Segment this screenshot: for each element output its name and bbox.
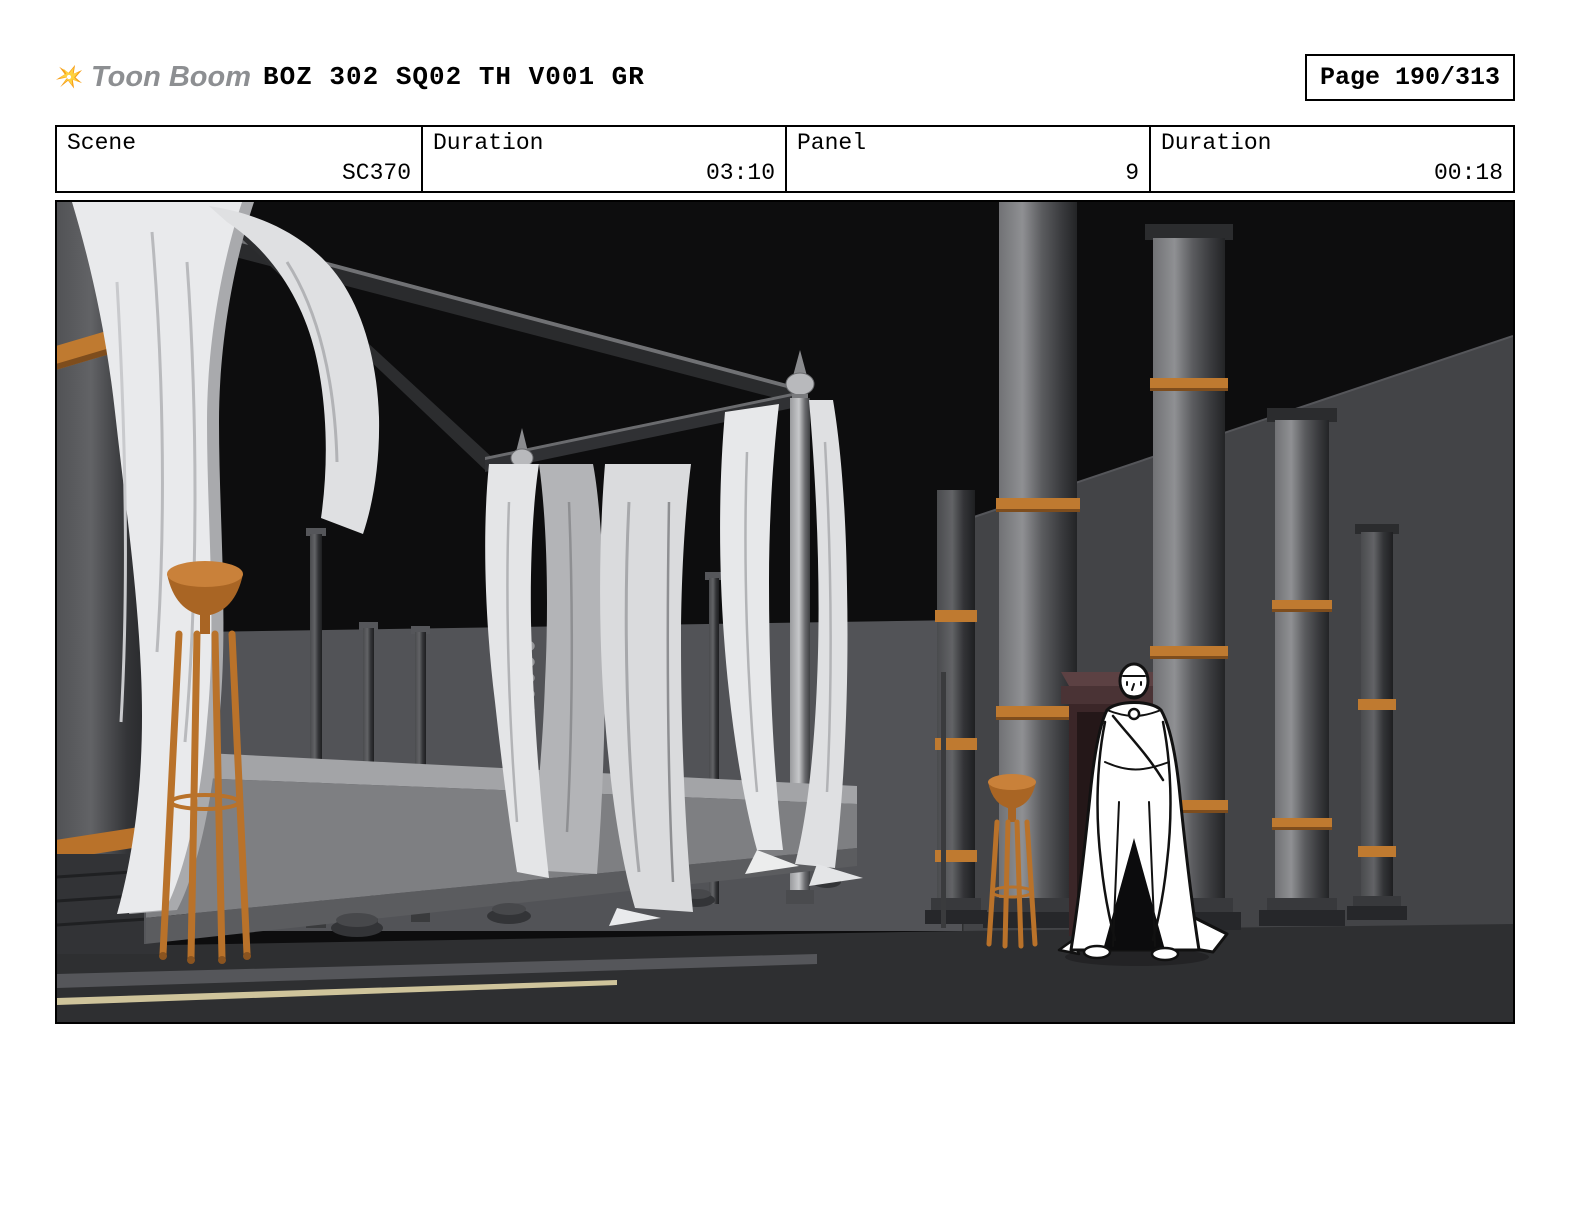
scene-label: Scene	[67, 130, 411, 156]
character-head	[1120, 664, 1148, 698]
panel-duration-label: Duration	[1161, 130, 1503, 156]
panel-duration-cell: Duration 00:18	[1149, 127, 1513, 191]
scene-value: SC370	[342, 160, 411, 186]
panel-info-table: Scene SC370 Duration 03:10 Panel 9 Durat…	[55, 125, 1515, 193]
scene-duration-cell: Duration 03:10	[421, 127, 785, 191]
panel-cell: Panel 9	[785, 127, 1149, 191]
toonboom-logo-text: Toon Boom	[91, 61, 251, 94]
scene-duration-value: 03:10	[706, 160, 775, 186]
scene-cell: Scene SC370	[57, 127, 421, 191]
page-number-badge: Page 190/313	[1305, 54, 1515, 101]
toonboom-starburst-icon	[55, 52, 83, 102]
scene-duration-label: Duration	[433, 130, 775, 156]
project-title: BOZ 302 SQ02 TH V001 GR	[263, 62, 645, 92]
panel-duration-value: 00:18	[1434, 160, 1503, 186]
storyboard-panel-image	[57, 202, 1513, 1022]
page-header: Toon Boom BOZ 302 SQ02 TH V001 GR Page 1…	[55, 48, 1515, 106]
storyboard-panel-frame	[55, 200, 1515, 1024]
panel-label: Panel	[797, 130, 1139, 156]
toonboom-logo: Toon Boom	[55, 52, 251, 102]
panel-value: 9	[1125, 160, 1139, 186]
